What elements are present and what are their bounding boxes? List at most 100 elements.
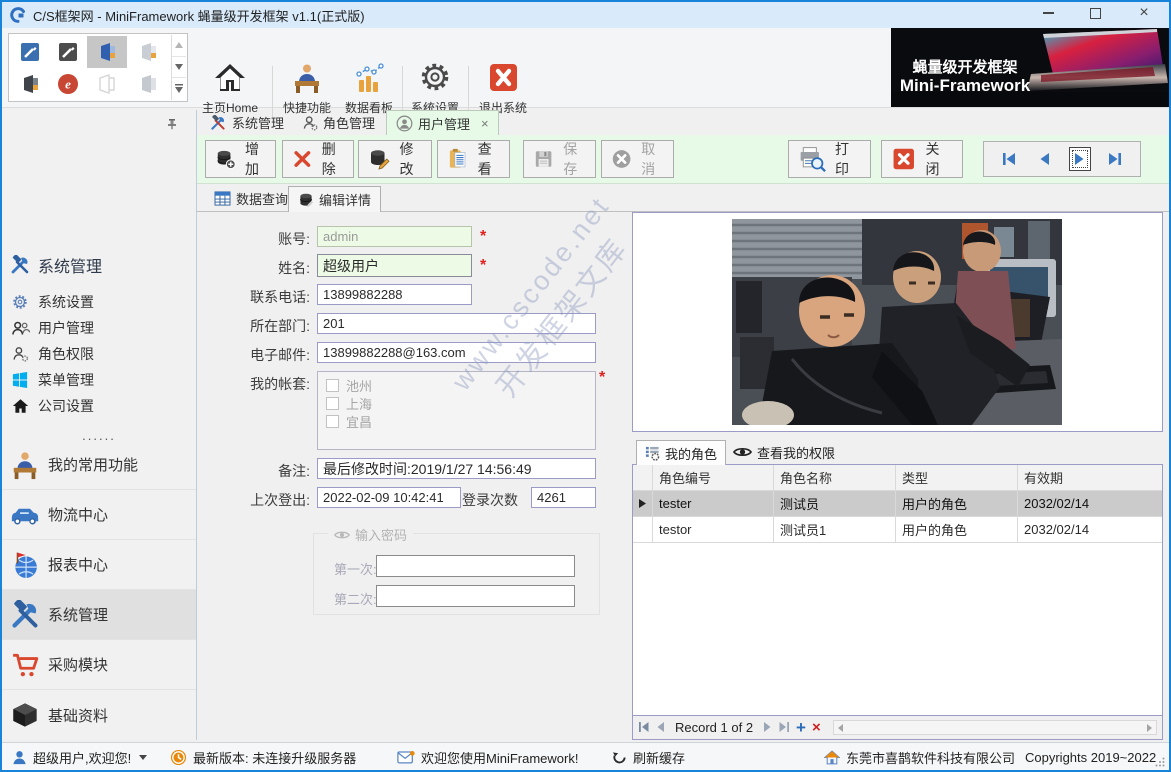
sidebar-item-purchase-module[interactable]: 采购模块 [2, 640, 196, 690]
table-row[interactable]: testor 测试员1 用户的角色 2032/02/14 [633, 517, 1162, 543]
modify-label: 修改 [400, 139, 423, 179]
sidebar-item-company-settings[interactable]: 公司设置 [2, 395, 196, 417]
nav-append-button[interactable]: + [796, 721, 806, 735]
status-version[interactable]: 最新版本: 未连接升级服务器 [170, 743, 356, 771]
theme-icon-outline-box[interactable] [93, 71, 119, 97]
sidebar-item-my-functions[interactable]: 我的常用功能 [2, 440, 196, 490]
sidebar-item-report-center[interactable]: 报表中心 [2, 540, 196, 590]
account-set-option[interactable]: 上海 [326, 394, 587, 412]
tab-system-management[interactable]: 系统管理 [200, 110, 293, 135]
horizontal-scrollbar[interactable] [833, 720, 1157, 735]
status-welcome[interactable]: 欢迎您使用MiniFramework! [397, 743, 578, 771]
print-button[interactable]: 打印 [788, 140, 871, 178]
add-button[interactable]: 增加 [205, 140, 276, 178]
prev-record-button[interactable] [1033, 147, 1054, 171]
next-record-button[interactable] [1069, 147, 1091, 171]
cell-validity[interactable]: 2032/02/14 [1018, 491, 1162, 516]
tab-close-icon[interactable]: × [481, 116, 489, 131]
theme-icon-blue-pen[interactable] [17, 39, 43, 65]
close-page-button[interactable]: 关闭 [881, 140, 963, 178]
cell-role-name[interactable]: 测试员 [774, 491, 896, 516]
tab-view-my-permissions[interactable]: 查看我的权限 [725, 440, 843, 464]
last-record-button[interactable] [1105, 147, 1126, 171]
close-page-label: 关闭 [926, 139, 953, 179]
gallery-scrollbar[interactable] [171, 35, 186, 100]
tab-user-management[interactable]: 用户管理 × [386, 110, 499, 136]
print-preview-icon [798, 145, 826, 173]
tab-data-query[interactable]: 数据查询 [205, 186, 297, 211]
password2-input[interactable] [376, 585, 575, 607]
account-set-option[interactable]: 池州 [326, 376, 587, 394]
last-logout-input[interactable] [317, 487, 461, 508]
name-input[interactable] [317, 254, 472, 277]
modify-button[interactable]: 修改 [358, 140, 432, 178]
cell-role-id[interactable]: testor [653, 517, 774, 542]
nav-prev-button[interactable] [656, 720, 665, 735]
minimize-button[interactable] [1031, 0, 1065, 26]
column-header-type[interactable]: 类型 [896, 465, 1018, 490]
nav-last-button[interactable] [778, 720, 790, 735]
status-refresh-cache[interactable]: 刷新缓存 [612, 743, 685, 771]
sidebar-item-base-data[interactable]: 基础资料 [2, 690, 196, 740]
theme-icon-gray-box[interactable] [135, 71, 161, 97]
cell-type[interactable]: 用户的角色 [896, 517, 1018, 542]
gallery-scroll-down-icon[interactable] [172, 57, 186, 79]
close-button[interactable]: × [1127, 0, 1161, 26]
gallery-scroll-more-icon[interactable] [172, 78, 186, 100]
account-sets-listbox[interactable]: 池州 上海 宜昌 [317, 371, 596, 450]
sidebar-item-user-management[interactable]: 用户管理 [2, 317, 196, 339]
cancel-button[interactable]: 取消 [601, 140, 674, 178]
pin-icon[interactable] [166, 118, 178, 130]
theme-icon-dark-pen[interactable] [55, 39, 81, 65]
sidebar-group-system-management[interactable]: 系统管理 [2, 252, 196, 278]
column-header-role-name[interactable]: 角色名称 [774, 465, 896, 490]
view-button[interactable]: 查看 [437, 140, 510, 178]
nav-first-button[interactable] [638, 720, 650, 735]
login-count-input[interactable] [531, 487, 596, 508]
cell-role-id[interactable]: tester [653, 491, 774, 516]
checkbox[interactable] [326, 397, 339, 410]
sidebar-item-role-permissions[interactable]: 角色权限 [2, 343, 196, 365]
nav-next-button[interactable] [763, 720, 772, 735]
save-button[interactable]: 保存 [523, 140, 596, 178]
checkbox[interactable] [326, 415, 339, 428]
nav-delete-button[interactable]: × [812, 719, 821, 736]
tab-role-management[interactable]: 角色管理 [293, 110, 384, 135]
theme-icon-dark-box[interactable] [17, 71, 43, 97]
account-set-option[interactable]: 宜昌 [326, 412, 587, 430]
theme-icon-red-script[interactable]: e [55, 71, 81, 97]
email-input[interactable] [317, 342, 596, 363]
sidebar-item-menu-management[interactable]: 菜单管理 [2, 369, 196, 391]
column-header-validity[interactable]: 有效期 [1018, 465, 1162, 490]
required-asterisk: * [480, 257, 486, 275]
remark-input[interactable] [317, 458, 596, 479]
password1-input[interactable] [376, 555, 575, 577]
cell-role-name[interactable]: 测试员1 [774, 517, 896, 542]
scroll-left-icon[interactable] [837, 724, 843, 732]
theme-icon-light-box[interactable] [135, 39, 161, 65]
first-record-button[interactable] [998, 147, 1019, 171]
sidebar-item-logistics-center[interactable]: 物流中心 [2, 490, 196, 540]
sidebar-item-system-management-selected[interactable]: 系统管理 [2, 590, 196, 640]
sidebar-item-system-settings[interactable]: 系统设置 [2, 291, 196, 313]
dropdown-arrow-icon[interactable] [139, 755, 147, 760]
tab-label: 我的角色 [665, 444, 717, 463]
account-label: 账号: [200, 229, 310, 249]
column-header-role-id[interactable]: 角色编号 [653, 465, 774, 490]
resize-grip[interactable] [1155, 757, 1165, 767]
delete-button[interactable]: 删除 [282, 140, 354, 178]
tab-my-roles[interactable]: 我的角色 [636, 440, 726, 465]
maximize-button[interactable] [1078, 0, 1112, 26]
status-user[interactable]: 超级用户,欢迎您! [12, 743, 147, 771]
cell-type[interactable]: 用户的角色 [896, 491, 1018, 516]
phone-input[interactable] [317, 284, 472, 305]
checkbox[interactable] [326, 379, 339, 392]
cell-validity[interactable]: 2032/02/14 [1018, 517, 1162, 542]
scroll-right-icon[interactable] [1147, 724, 1153, 732]
department-input[interactable] [317, 313, 596, 334]
account-input[interactable] [317, 226, 472, 247]
gallery-scroll-up-icon[interactable] [172, 35, 186, 57]
table-row[interactable]: tester 测试员 用户的角色 2032/02/14 [633, 491, 1162, 517]
theme-icon-office-blue-selected[interactable] [87, 36, 127, 68]
tab-edit-detail[interactable]: 编辑详情 [288, 186, 381, 212]
